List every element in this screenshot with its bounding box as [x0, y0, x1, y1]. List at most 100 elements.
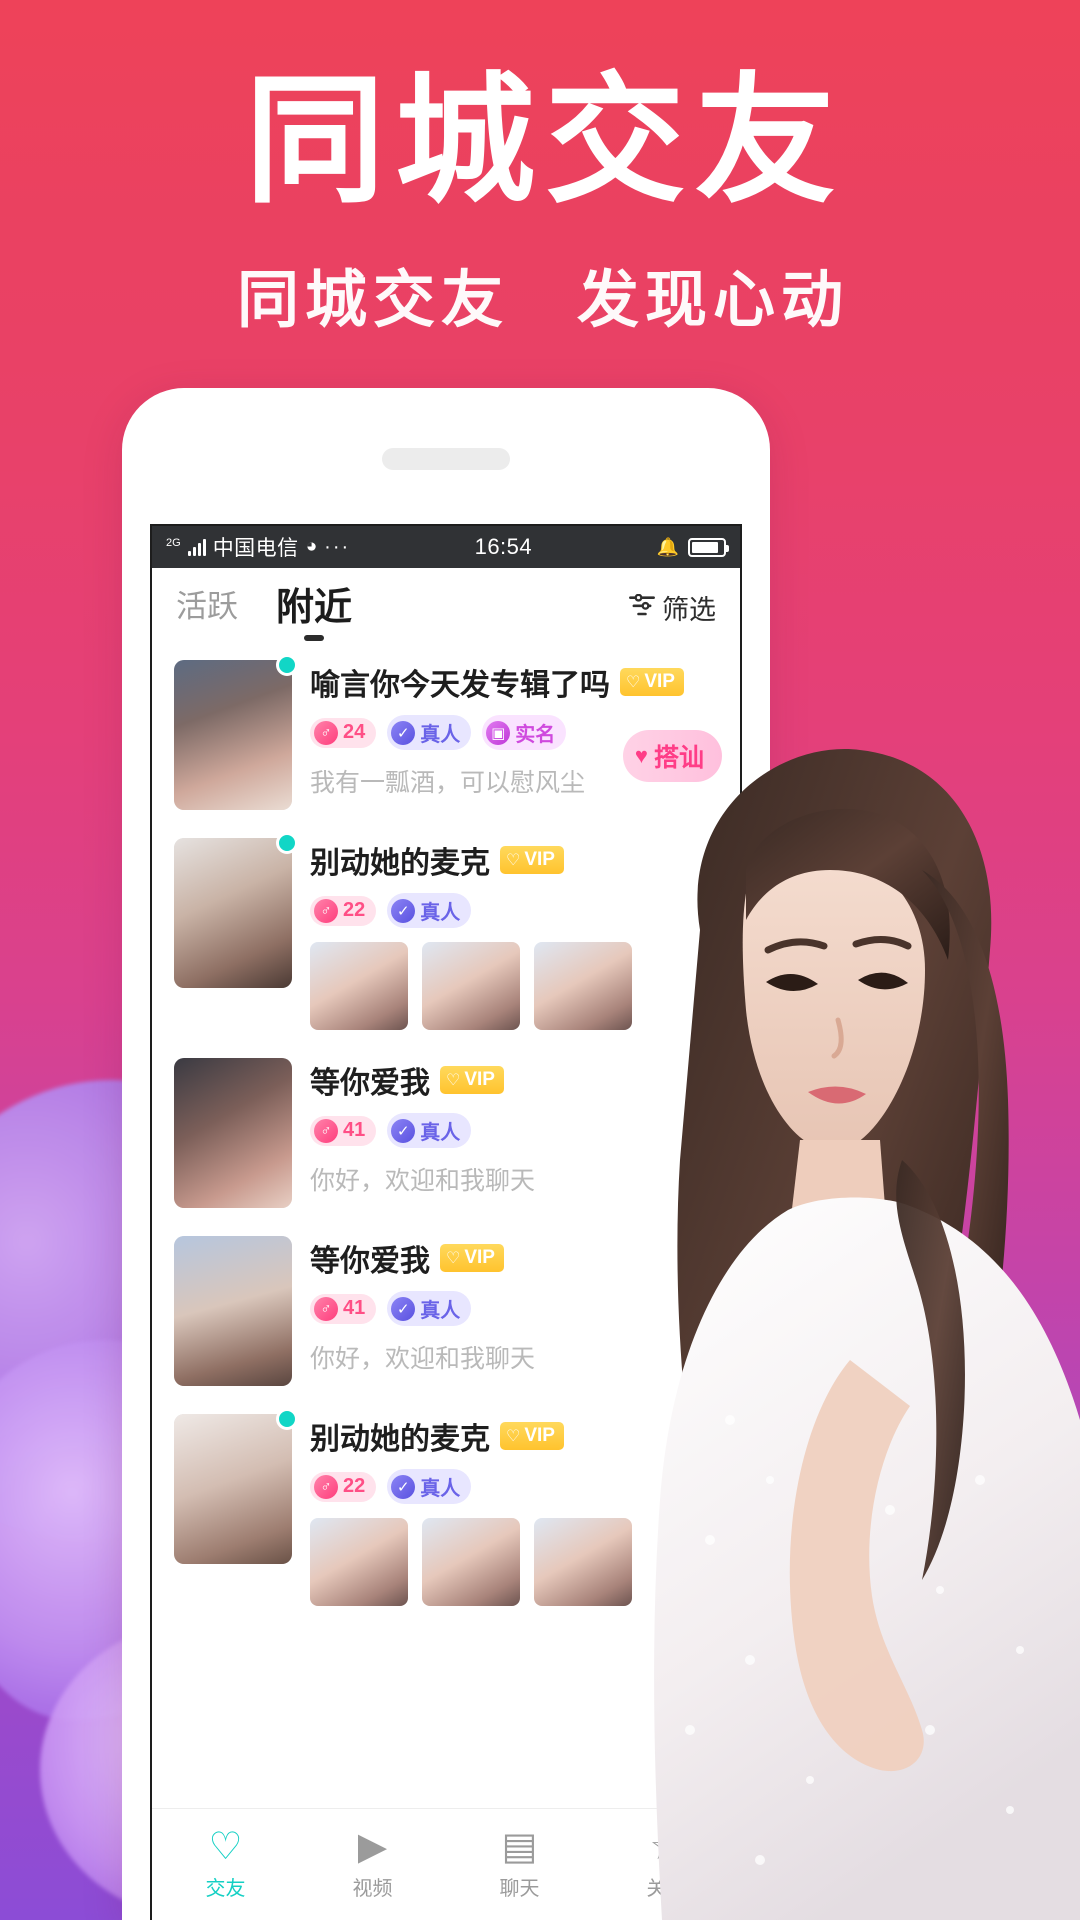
avatar[interactable]	[174, 838, 292, 988]
user-list-item[interactable]: 别动她的麦克 ♡ VIP ♂ 22 ✓ 真人	[152, 1400, 740, 1620]
user-list-item[interactable]: 别动她的麦克 ♡ VIP ♂ 22 ✓ 真人	[152, 824, 740, 1044]
user-name: 喻言你今天发专辑了吗	[310, 668, 610, 703]
user-photo-thumb[interactable]	[422, 942, 520, 1030]
male-icon: ♂	[314, 1474, 338, 1499]
avatar-wrap[interactable]	[174, 654, 298, 810]
user-info: 等你爱我 ♡ VIP ♂ 41 ✓ 真人 你好，欢迎和我聊天	[292, 1236, 718, 1386]
vip-badge: ♡ VIP	[500, 846, 564, 874]
user-name-line: 别动她的麦克 ♡ VIP	[310, 1414, 718, 1458]
crown-icon: ♡	[626, 674, 641, 691]
vip-badge: ♡ VIP	[620, 668, 684, 696]
video-icon: ▶	[357, 1826, 388, 1868]
user-tag-id: ▣ 实名	[482, 715, 567, 750]
online-status-dot	[276, 654, 298, 676]
bottom-nav-label: 交友	[205, 1878, 246, 1900]
user-tag-label: 真人	[420, 1300, 461, 1322]
bottom-nav-label: 关注	[646, 1878, 687, 1900]
avatar-wrap[interactable]	[174, 1236, 292, 1386]
bottom-nav-label: 聊天	[499, 1878, 540, 1900]
vip-label: VIP	[524, 1425, 555, 1446]
vip-badge: ♡ VIP	[440, 1066, 504, 1094]
user-tag-age: ♂ 24	[310, 717, 377, 748]
avatar[interactable]	[174, 1058, 292, 1208]
user-list-item[interactable]: 等你爱我 ♡ VIP ♂ 41 ✓ 真人 你好，欢迎和我聊天	[152, 1222, 740, 1400]
user-tag-label: 真人	[420, 1122, 461, 1144]
star-icon: ☆	[649, 1826, 684, 1868]
bottom-nav-item-视频[interactable]: ▶ 视频	[299, 1828, 446, 1901]
wifi-icon: ◕	[305, 536, 318, 557]
vip-label: VIP	[644, 671, 675, 692]
bell-mute-icon: 🔔	[656, 536, 679, 557]
male-icon: ♂	[314, 1296, 338, 1321]
avatar-wrap[interactable]	[174, 832, 298, 1030]
crown-icon: ♡	[506, 852, 521, 869]
user-tag-age: ♂ 41	[310, 1293, 377, 1324]
user-photo-thumb[interactable]	[534, 942, 632, 1030]
bottom-nav-item-交友[interactable]: ♡ 交友	[152, 1828, 299, 1901]
avatar[interactable]	[174, 1236, 292, 1386]
user-photo-thumbs[interactable]	[310, 942, 718, 1030]
crown-icon: ♡	[446, 1250, 461, 1267]
status-bar: 2G 中国电信 ◕ ··· 16:54 🔔	[152, 526, 740, 568]
user-tag-label: 实名	[515, 724, 556, 746]
promo-subtitle: 同城交友 发现心动	[236, 263, 849, 336]
user-list-item[interactable]: 喻言你今天发专辑了吗 ♡ VIP ♂ 24 ✓ 真人 ▣ 实名 我有一瓢酒，可以慰风尘 ♥ 搭讪	[152, 646, 740, 824]
avatar-wrap[interactable]	[174, 1058, 292, 1208]
user-tag-line: ♂ 22 ✓ 真人	[310, 893, 718, 928]
check-icon: ✓	[391, 898, 416, 923]
status-bar-clock: 16:54	[474, 534, 533, 559]
user-photo-thumbs[interactable]	[310, 1518, 718, 1606]
greet-button[interactable]: ♥ 搭讪	[622, 730, 722, 782]
decorative-blob	[870, 1500, 1080, 1830]
phone-earpiece	[382, 448, 510, 470]
user-tag-label: 24	[343, 721, 366, 743]
user-name-line: 喻言你今天发专辑了吗 ♡ VIP	[310, 660, 718, 704]
user-name: 别动她的麦克	[310, 1422, 490, 1457]
avatar-photo	[174, 660, 292, 810]
user-photo-thumb[interactable]	[310, 942, 408, 1030]
online-status-dot	[276, 1408, 298, 1430]
avatar[interactable]	[174, 660, 292, 810]
user-photo-thumb[interactable]	[310, 1518, 408, 1606]
filter-button[interactable]: 筛选	[628, 588, 716, 627]
user-photo-thumb[interactable]	[422, 1518, 520, 1606]
signal-bars-icon	[187, 538, 206, 556]
nearby-user-list[interactable]: 喻言你今天发专辑了吗 ♡ VIP ♂ 24 ✓ 真人 ▣ 实名 我有一瓢酒，可以慰风尘 ♥ 搭讪 别动她…	[152, 646, 740, 1620]
bottom-nav-bar[interactable]: ♡ 交友 ▶ 视频 ▤ 聊天 ☆ 关注	[152, 1808, 740, 1920]
avatar-wrap[interactable]	[174, 1408, 298, 1606]
user-tag-real: ✓ 真人	[387, 1291, 472, 1326]
phone-screen: 2G 中国电信 ◕ ··· 16:54 🔔 活跃 附近 筛选 喻言你今天发专辑了…	[150, 524, 742, 1920]
user-name: 等你爱我	[310, 1066, 430, 1101]
avatar-photo	[174, 838, 292, 988]
user-tag-label: 22	[343, 899, 366, 921]
tab-active-users[interactable]: 活跃	[176, 581, 238, 634]
check-icon: ✓	[391, 1474, 416, 1499]
user-photo-thumb[interactable]	[534, 1518, 632, 1606]
user-name: 等你爱我	[310, 1244, 430, 1279]
avatar[interactable]	[174, 1414, 292, 1564]
phone-mockup: 2G 中国电信 ◕ ··· 16:54 🔔 活跃 附近 筛选 喻言你今天发专辑了…	[122, 388, 770, 1920]
user-name: 别动她的麦克	[310, 846, 490, 881]
user-name-line: 等你爱我 ♡ VIP	[310, 1058, 718, 1102]
tab-nearby[interactable]: 附近	[276, 576, 352, 639]
online-status-dot	[276, 832, 298, 854]
crown-icon: ♡	[506, 1428, 521, 1445]
user-info: 等你爱我 ♡ VIP ♂ 41 ✓ 真人 你好，欢迎和我聊天	[292, 1058, 718, 1208]
vip-label: VIP	[524, 849, 555, 870]
user-name-line: 别动她的麦克 ♡ VIP	[310, 838, 718, 882]
promo-headline-block: 同城交友 同城交友 发现心动	[0, 68, 1080, 339]
user-list-item[interactable]: 等你爱我 ♡ VIP ♂ 41 ✓ 真人 你好，欢迎和我聊天	[152, 1044, 740, 1222]
user-tag-real: ✓ 真人	[387, 1113, 472, 1148]
male-icon: ♂	[314, 1118, 338, 1143]
status-bar-left: 2G 中国电信 ◕ ···	[166, 532, 350, 562]
user-tag-line: ♂ 41 ✓ 真人	[310, 1291, 718, 1326]
heartbeat-icon: ♥	[634, 743, 648, 768]
user-tag-age: ♂ 22	[310, 895, 377, 926]
network-gen-label: 2G	[166, 537, 181, 549]
user-info: 别动她的麦克 ♡ VIP ♂ 22 ✓ 真人	[292, 838, 718, 1030]
user-tag-real: ✓ 真人	[387, 1469, 472, 1504]
bottom-nav-item-聊天[interactable]: ▤ 聊天	[446, 1828, 593, 1901]
bottom-nav-item-关注[interactable]: ☆ 关注	[593, 1828, 740, 1901]
more-dots-icon: ···	[324, 535, 351, 558]
greet-label: 搭讪	[653, 744, 704, 772]
